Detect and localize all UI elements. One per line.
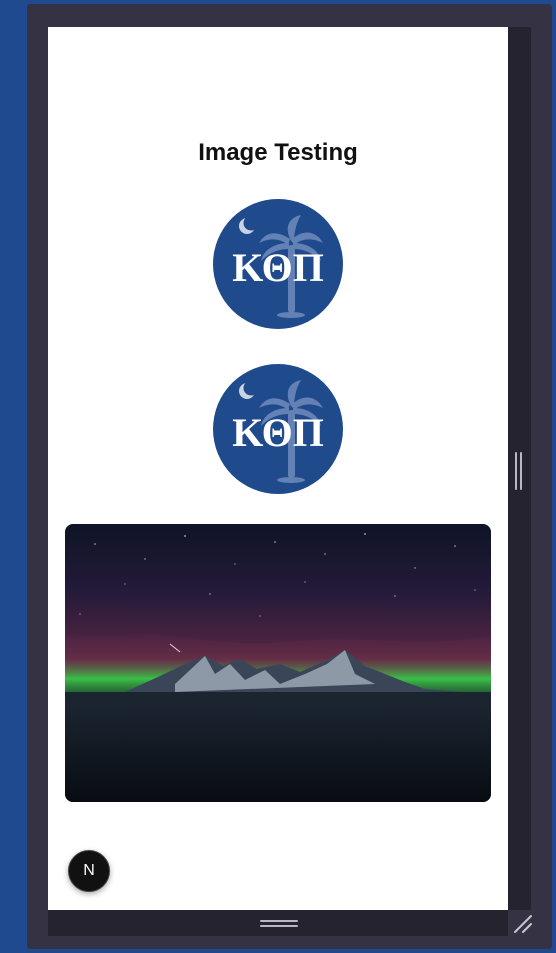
- vertical-resize-handle[interactable]: [514, 452, 524, 492]
- kappa-theta-pi-logo: ΚΘΠ: [213, 199, 343, 329]
- logo-text: ΚΘΠ: [232, 410, 324, 455]
- vertical-resize-rail: [508, 27, 531, 910]
- aurora-mountain-photo: [65, 524, 491, 802]
- page-title: Image Testing: [198, 139, 358, 166]
- logo-text: ΚΘΠ: [232, 245, 324, 290]
- nextjs-dev-indicator-button[interactable]: N: [68, 850, 110, 892]
- app-viewport: Image Testing ΚΘΠ ΚΘΠ N: [48, 27, 508, 910]
- corner-resize-icon[interactable]: [511, 910, 535, 936]
- kappa-theta-pi-logo: ΚΘΠ: [213, 364, 343, 494]
- horizontal-resize-handle[interactable]: [260, 920, 298, 928]
- device-frame: Image Testing ΚΘΠ ΚΘΠ N: [27, 4, 552, 949]
- horizontal-resize-rail: [48, 910, 508, 936]
